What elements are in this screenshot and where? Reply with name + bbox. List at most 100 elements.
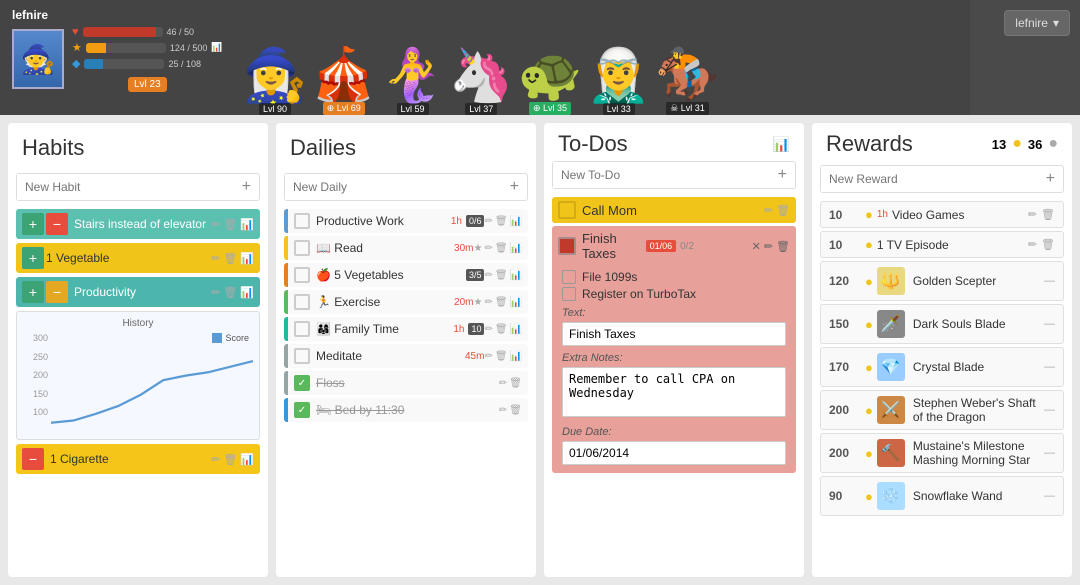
daily-label: 👨‍👩‍👧 Family Time xyxy=(316,322,449,336)
delete-icon[interactable]: — xyxy=(1044,447,1055,459)
char-1[interactable]: 🧙‍♀️ Lvl 90 xyxy=(243,50,308,115)
times-icon[interactable]: ✕ xyxy=(752,240,761,253)
chart-icon[interactable]: 📊 xyxy=(510,297,522,308)
daily-checkbox[interactable] xyxy=(294,240,310,256)
edit-icon[interactable]: ✏ xyxy=(764,204,773,217)
delete-icon[interactable]: 🗑 xyxy=(495,216,508,227)
edit-icon[interactable]: ✏ xyxy=(484,216,492,227)
delete-icon[interactable]: 🗑 xyxy=(223,252,237,265)
edit-icon[interactable]: ✏ xyxy=(484,297,492,308)
habit-plus-button[interactable]: + xyxy=(22,247,44,269)
char-5[interactable]: 🐢 ⊕ Lvl 35 xyxy=(518,49,583,115)
chart-icon[interactable]: 📊 xyxy=(510,243,522,254)
daily-checkbox[interactable] xyxy=(294,267,310,283)
edit-icon[interactable]: ✏ xyxy=(484,243,492,254)
chart-icon[interactable]: 📊 xyxy=(240,218,254,231)
edit-icon[interactable]: ✏ xyxy=(484,270,492,281)
daily-checkbox[interactable] xyxy=(294,213,310,229)
habit-plus-button[interactable]: + xyxy=(22,281,44,303)
add-reward-button[interactable]: + xyxy=(1038,166,1063,192)
chart-icon[interactable]: 📊 xyxy=(510,270,522,281)
add-todo-button[interactable]: + xyxy=(770,162,795,188)
daily-actions: ✏ 🗑 xyxy=(499,378,522,389)
todo-checkbox[interactable] xyxy=(558,201,576,219)
subtask-checkbox[interactable] xyxy=(562,270,576,284)
char-level-5: ⊕ Lvl 35 xyxy=(529,102,571,115)
delete-icon[interactable]: 🗑 xyxy=(223,453,237,466)
daily-actions: ★ ✏ 🗑 📊 xyxy=(473,243,522,254)
daily-checkbox[interactable] xyxy=(294,294,310,310)
delete-icon[interactable]: 🗑 xyxy=(495,243,508,254)
habit-minus-button[interactable]: − xyxy=(46,213,68,235)
user-avatar[interactable]: 🧙 xyxy=(12,29,64,89)
delete-icon[interactable]: — xyxy=(1044,275,1055,287)
habit-minus-button[interactable]: − xyxy=(22,448,44,470)
char-3[interactable]: 🧜‍♀️ Lvl 59 xyxy=(380,50,445,115)
user-dropdown[interactable]: lefnire ▾ xyxy=(1004,10,1070,36)
edit-icon[interactable]: ✏ xyxy=(764,240,773,253)
delete-icon[interactable]: 🗑 xyxy=(1041,238,1055,251)
daily-checkbox[interactable] xyxy=(294,321,310,337)
delete-icon[interactable]: 🗑 xyxy=(776,204,790,217)
new-daily-input[interactable] xyxy=(285,174,502,200)
edit-icon[interactable]: ✏ xyxy=(1028,208,1037,221)
char-7[interactable]: 🏇 ☠ Lvl 31 xyxy=(655,49,720,115)
chart-icon[interactable]: 📊 xyxy=(240,286,254,299)
edit-icon[interactable]: ✏ xyxy=(484,351,492,362)
delete-icon[interactable]: 🗑 xyxy=(509,378,522,389)
due-date-input[interactable] xyxy=(562,441,786,465)
edit-icon[interactable]: ✏ xyxy=(211,218,220,231)
habit-plus-button[interactable]: + xyxy=(22,213,44,235)
char-level-1: Lvl 90 xyxy=(259,103,291,115)
delete-icon[interactable]: 🗑 xyxy=(495,270,508,281)
delete-icon[interactable]: 🗑 xyxy=(776,240,790,253)
daily-checkbox[interactable]: ✓ xyxy=(294,402,310,418)
new-habit-input[interactable] xyxy=(17,174,234,200)
chart-icon[interactable]: 📊 xyxy=(510,351,522,362)
delete-icon[interactable]: 🗑 xyxy=(1041,208,1055,221)
delete-icon[interactable]: 🗑 xyxy=(223,286,237,299)
chart-icon[interactable]: 📊 xyxy=(773,136,790,153)
daily-actions: ✏ 🗑 📊 xyxy=(484,351,522,362)
chart-icon[interactable]: 📊 xyxy=(510,216,522,227)
edit-icon[interactable]: ✏ xyxy=(211,286,220,299)
edit-icon[interactable]: ✏ xyxy=(211,252,220,265)
edit-icon[interactable]: ✏ xyxy=(499,405,507,416)
delete-icon[interactable]: 🗑 xyxy=(223,218,237,231)
char-6[interactable]: 🧝‍♂️ Lvl 33 xyxy=(586,50,651,115)
subtask-checkbox[interactable] xyxy=(562,287,576,301)
edit-icon[interactable]: ✏ xyxy=(499,378,507,389)
delete-icon[interactable]: 🗑 xyxy=(509,405,522,416)
chart-icon[interactable]: 📊 xyxy=(240,252,254,265)
delete-icon[interactable]: 🗑 xyxy=(495,297,508,308)
todo-text-input[interactable] xyxy=(562,322,786,346)
xp-label: 124 / 500 xyxy=(170,43,208,53)
daily-checkbox[interactable]: ✓ xyxy=(294,375,310,391)
delete-icon[interactable]: — xyxy=(1044,318,1055,330)
chart-icon[interactable]: 📊 xyxy=(240,453,254,466)
delete-icon[interactable]: — xyxy=(1044,404,1055,416)
char-2[interactable]: 🎪 ⊕ Lvl 69 xyxy=(311,49,376,115)
daily-label: Floss xyxy=(316,376,499,390)
reward-label: Crystal Blade xyxy=(913,360,1040,374)
habits-header: Habits xyxy=(8,123,268,169)
habit-minus-button[interactable]: − xyxy=(46,281,68,303)
add-habit-button[interactable]: + xyxy=(234,174,259,200)
edit-icon[interactable]: ✏ xyxy=(484,324,492,335)
todo-checkbox[interactable] xyxy=(558,237,576,255)
new-reward-input[interactable] xyxy=(821,166,1038,192)
todo-notes-textarea[interactable]: Remember to call CPA on Wednesday xyxy=(562,367,786,417)
delete-icon[interactable]: — xyxy=(1044,490,1055,502)
edit-icon[interactable]: ✏ xyxy=(211,453,220,466)
delete-icon[interactable]: 🗑 xyxy=(495,324,508,335)
add-daily-button[interactable]: + xyxy=(502,174,527,200)
char-4[interactable]: 🦄 Lvl 37 xyxy=(449,50,514,115)
edit-icon[interactable]: ✏ xyxy=(1028,238,1037,251)
delete-icon[interactable]: 🗑 xyxy=(495,351,508,362)
daily-item: 👨‍👩‍👧 Family Time 1h 10 ✏ 🗑 📊 xyxy=(284,317,528,341)
daily-checkbox[interactable] xyxy=(294,348,310,364)
delete-icon[interactable]: — xyxy=(1044,361,1055,373)
new-todo-input[interactable] xyxy=(553,162,770,188)
daily-actions: ✏ 🗑 xyxy=(499,405,522,416)
chart-icon[interactable]: 📊 xyxy=(510,324,522,335)
